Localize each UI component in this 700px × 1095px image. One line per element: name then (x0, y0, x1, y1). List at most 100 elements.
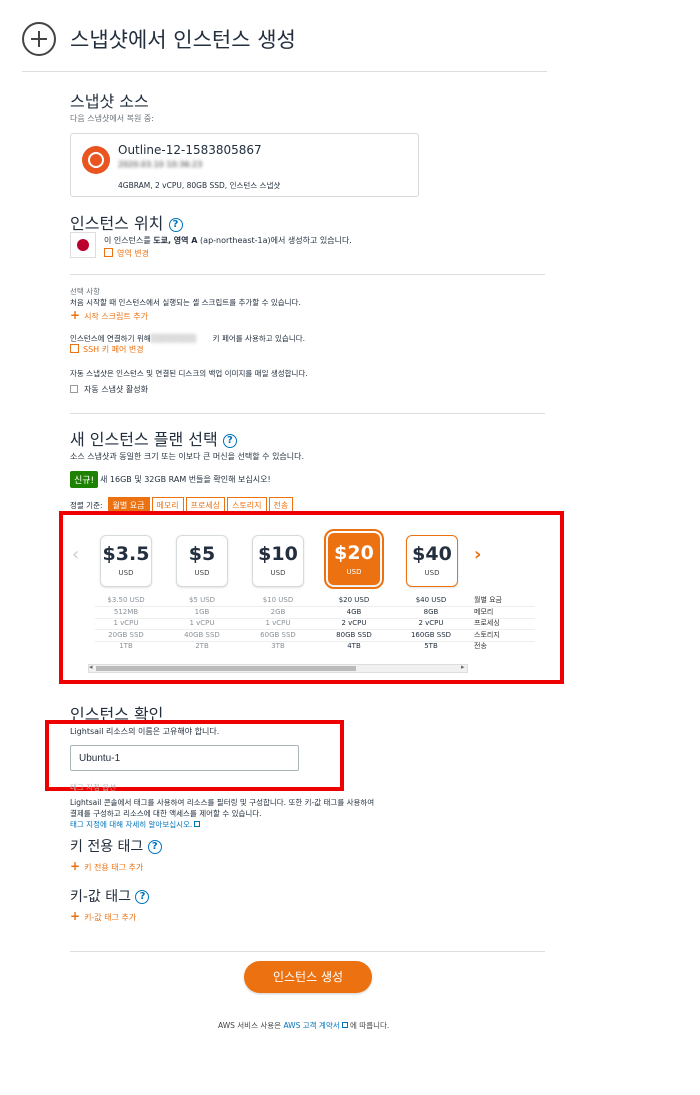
terms-prefix: AWS 서비스 사용은 (218, 1021, 284, 1030)
spec-memory: 1GB (194, 607, 210, 616)
tag-desc-line-2: 결제를 구성하고 리소스에 대한 액세스를 제어할 수 있습니다. (70, 809, 262, 818)
location-desc-suffix: 에서 생성하고 있습니다. (270, 236, 352, 245)
spec-label-price: 월별 요금 (474, 596, 502, 604)
spec-memory: 4GB (346, 607, 362, 616)
plus-icon: + (70, 859, 81, 873)
snapshot-date-blurred: 2020.03.10 10:36:23 (118, 160, 203, 169)
plan-card-20-selected[interactable]: $20 USD (324, 529, 384, 589)
plan-currency: USD (118, 569, 134, 577)
spec-memory: 8GB (423, 607, 439, 616)
spec-price: $5 USD (188, 596, 216, 604)
spec-storage: 80GB SSD (336, 630, 372, 639)
instance-location-title-text: 인스턴스 위치 (70, 214, 164, 233)
help-icon[interactable]: ? (135, 890, 150, 904)
section-divider (70, 274, 545, 275)
plan-amount: $40 (412, 543, 452, 565)
spec-price: $40 USD (415, 596, 447, 604)
new-badge: 신규! (70, 471, 99, 488)
tag-learn-more-label: 태그 지정에 대해 자세히 알아보십시오. (70, 820, 193, 829)
spec-cpu: 1 vCPU (265, 619, 291, 627)
next-plans-icon[interactable]: › (474, 544, 481, 565)
spec-cpu: 2 vCPU (341, 619, 367, 627)
plan-card-40[interactable]: $40 USD (406, 535, 458, 587)
instance-name-input[interactable] (70, 745, 299, 771)
auto-snapshot-label: 자동 스냅샷 활성화 (84, 385, 148, 394)
add-launch-script-label: 시작 스크립트 추가 (84, 312, 149, 321)
spec-cpu: 1 vCPU (113, 619, 139, 627)
new-bundles-text: 새 16GB 및 32GB RAM 번들을 확인해 보십시오! (100, 475, 271, 484)
page-title: 스냅샷에서 인스턴스 생성 (70, 28, 296, 52)
plan-amount: $10 (258, 543, 298, 565)
ubuntu-logo-icon (82, 146, 110, 174)
spec-transfer: 3TB (271, 642, 285, 650)
sort-label: 정렬 기준: (70, 501, 103, 510)
section-divider (70, 951, 545, 952)
create-instance-button[interactable]: 인스턴스 생성 (244, 961, 372, 993)
help-icon[interactable]: ? (147, 840, 162, 854)
plan-card-10[interactable]: $10 USD (252, 535, 304, 587)
spec-storage: 60GB SSD (260, 630, 296, 639)
customer-agreement-link[interactable]: AWS 고객 계약서 (283, 1021, 339, 1030)
snapshot-source-title: 스냅샷 소스 (70, 92, 149, 111)
ssh-key-name-redacted: ░░░░░░░░ (150, 334, 197, 343)
plan-card-3-5[interactable]: $3.5 USD (100, 535, 152, 587)
tag-desc-line-1: Lightsail 콘솔에서 태그를 사용하여 리소스를 필터링 및 구성합니다… (70, 798, 375, 807)
spec-storage: 40GB SSD (184, 630, 220, 639)
spec-column-40: $40 USD 8GB 2 vCPU 160GB SSD 5TB (400, 595, 462, 653)
header-divider (22, 71, 547, 72)
plan-currency: USD (270, 569, 286, 577)
spec-label-memory: 메모리 (474, 607, 494, 616)
spec-column-10: $10 USD 2GB 1 vCPU 60GB SSD 3TB (247, 595, 309, 653)
spec-price: $20 USD (338, 596, 370, 604)
terms-suffix: 에 따릅니다. (347, 1021, 390, 1030)
spec-storage: 160GB SSD (410, 630, 452, 639)
spec-label-transfer: 전송 (474, 642, 487, 650)
plan-scrollbar-thumb[interactable] (96, 666, 356, 671)
instance-location-title: 인스턴스 위치 ? (70, 210, 183, 234)
auto-snapshot-checkbox[interactable] (70, 385, 78, 393)
add-kv-tag-link[interactable]: + 키-값 태그 추가 (70, 909, 136, 923)
japan-flag-icon (70, 232, 96, 258)
spec-labels: 월별 요금 메모리 프로세싱 스토리지 전송 (474, 595, 502, 653)
plan-title-text: 새 인스턴스 플랜 선택 (70, 430, 218, 449)
change-ssh-key-label: SSH 키 페어 변경 (83, 345, 144, 354)
plan-card-5[interactable]: $5 USD (176, 535, 228, 587)
tag-learn-more-link[interactable]: 태그 지정에 대해 자세히 알아보십시오. (70, 819, 201, 830)
edit-icon (70, 344, 79, 353)
spec-label-storage: 스토리지 (474, 630, 500, 639)
key-tag-title-text: 키 전용 태그 (70, 839, 144, 855)
add-circle-icon (22, 22, 56, 56)
terms-text: AWS 서비스 사용은 AWS 고객 계약서 에 따릅니다. (218, 1020, 389, 1031)
add-key-tag-label: 키 전용 태그 추가 (84, 863, 144, 872)
spec-cpu: 2 vCPU (418, 619, 444, 627)
tag-description: Lightsail 콘솔에서 태그를 사용하여 리소스를 필터링 및 구성합니다… (70, 797, 374, 819)
plan-amount: $5 (188, 543, 216, 565)
key-tag-title: 키 전용 태그 ? (70, 836, 162, 856)
spec-storage: 20GB SSD (108, 630, 144, 639)
spec-transfer: 1TB (119, 642, 133, 650)
spec-label-processing: 프로세싱 (474, 619, 500, 627)
plan-currency: USD (346, 568, 362, 576)
change-zone-link[interactable]: 영역 변경 (104, 248, 149, 259)
change-ssh-key-link[interactable]: SSH 키 페어 변경 (70, 344, 144, 355)
help-icon[interactable]: ? (168, 217, 183, 232)
add-launch-script-link[interactable]: + 시작 스크립트 추가 (70, 308, 148, 322)
add-key-tag-link[interactable]: + 키 전용 태그 추가 (70, 859, 143, 873)
external-link-icon (194, 821, 201, 827)
spec-table (95, 595, 535, 649)
scroll-left-icon[interactable]: ◂ (89, 663, 93, 671)
location-description: 이 인스턴스를 도쿄, 영역 A (ap-northeast-1a)에서 생성하… (104, 235, 352, 246)
prev-plans-icon[interactable]: ‹ (72, 544, 79, 565)
scroll-right-icon[interactable]: ▸ (461, 663, 465, 671)
location-code: (ap-northeast-1a) (197, 236, 271, 245)
help-icon[interactable]: ? (222, 433, 237, 448)
auto-snapshot-checkbox-row[interactable]: 자동 스냅샷 활성화 (70, 384, 148, 395)
spec-column-20: $20 USD 4GB 2 vCPU 80GB SSD 4TB (323, 595, 385, 653)
spec-transfer: 4TB (347, 642, 361, 650)
spec-price: $10 USD (262, 596, 294, 604)
plan-currency: USD (424, 569, 440, 577)
plan-description: 소스 스냅샷과 동일한 크기 또는 이보다 큰 머신을 선택할 수 있습니다. (70, 452, 305, 461)
spec-column-5: $5 USD 1GB 1 vCPU 40GB SSD 2TB (171, 595, 233, 653)
section-divider (70, 413, 545, 414)
script-description: 처음 시작할 때 인스턴스에서 실행되는 셸 스크립트를 추가할 수 있습니다. (70, 298, 301, 307)
